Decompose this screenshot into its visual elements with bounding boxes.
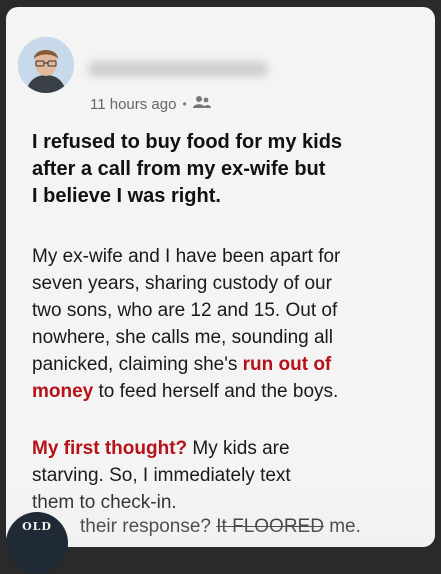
meta-separator: •	[182, 97, 187, 111]
post-card: 11 hours ago • I refused to buy food for…	[6, 7, 435, 547]
para1-text-b: to feed herself and the boys.	[93, 381, 339, 402]
para3-text-b: me.	[323, 516, 361, 537]
post-paragraph-1: My ex-wife and I have been apart for sev…	[32, 243, 432, 405]
avatar[interactable]	[18, 37, 74, 93]
channel-logo-watermark: OLD	[6, 512, 68, 574]
post-meta: 11 hours ago •	[90, 95, 211, 113]
post-title: I refused to buy food for my kids after …	[32, 131, 343, 207]
username-blurred[interactable]	[88, 61, 268, 77]
timestamp[interactable]: 11 hours ago	[90, 96, 176, 113]
post-paragraph-2: My first thought? My kids are starving. …	[32, 435, 432, 516]
para3-strike: It FLOORED	[216, 516, 324, 537]
friends-icon	[192, 95, 211, 113]
watermark-text: OLD	[22, 520, 52, 533]
para2-highlight: My first thought?	[32, 438, 188, 459]
para3-text-a: their response?	[80, 516, 217, 537]
